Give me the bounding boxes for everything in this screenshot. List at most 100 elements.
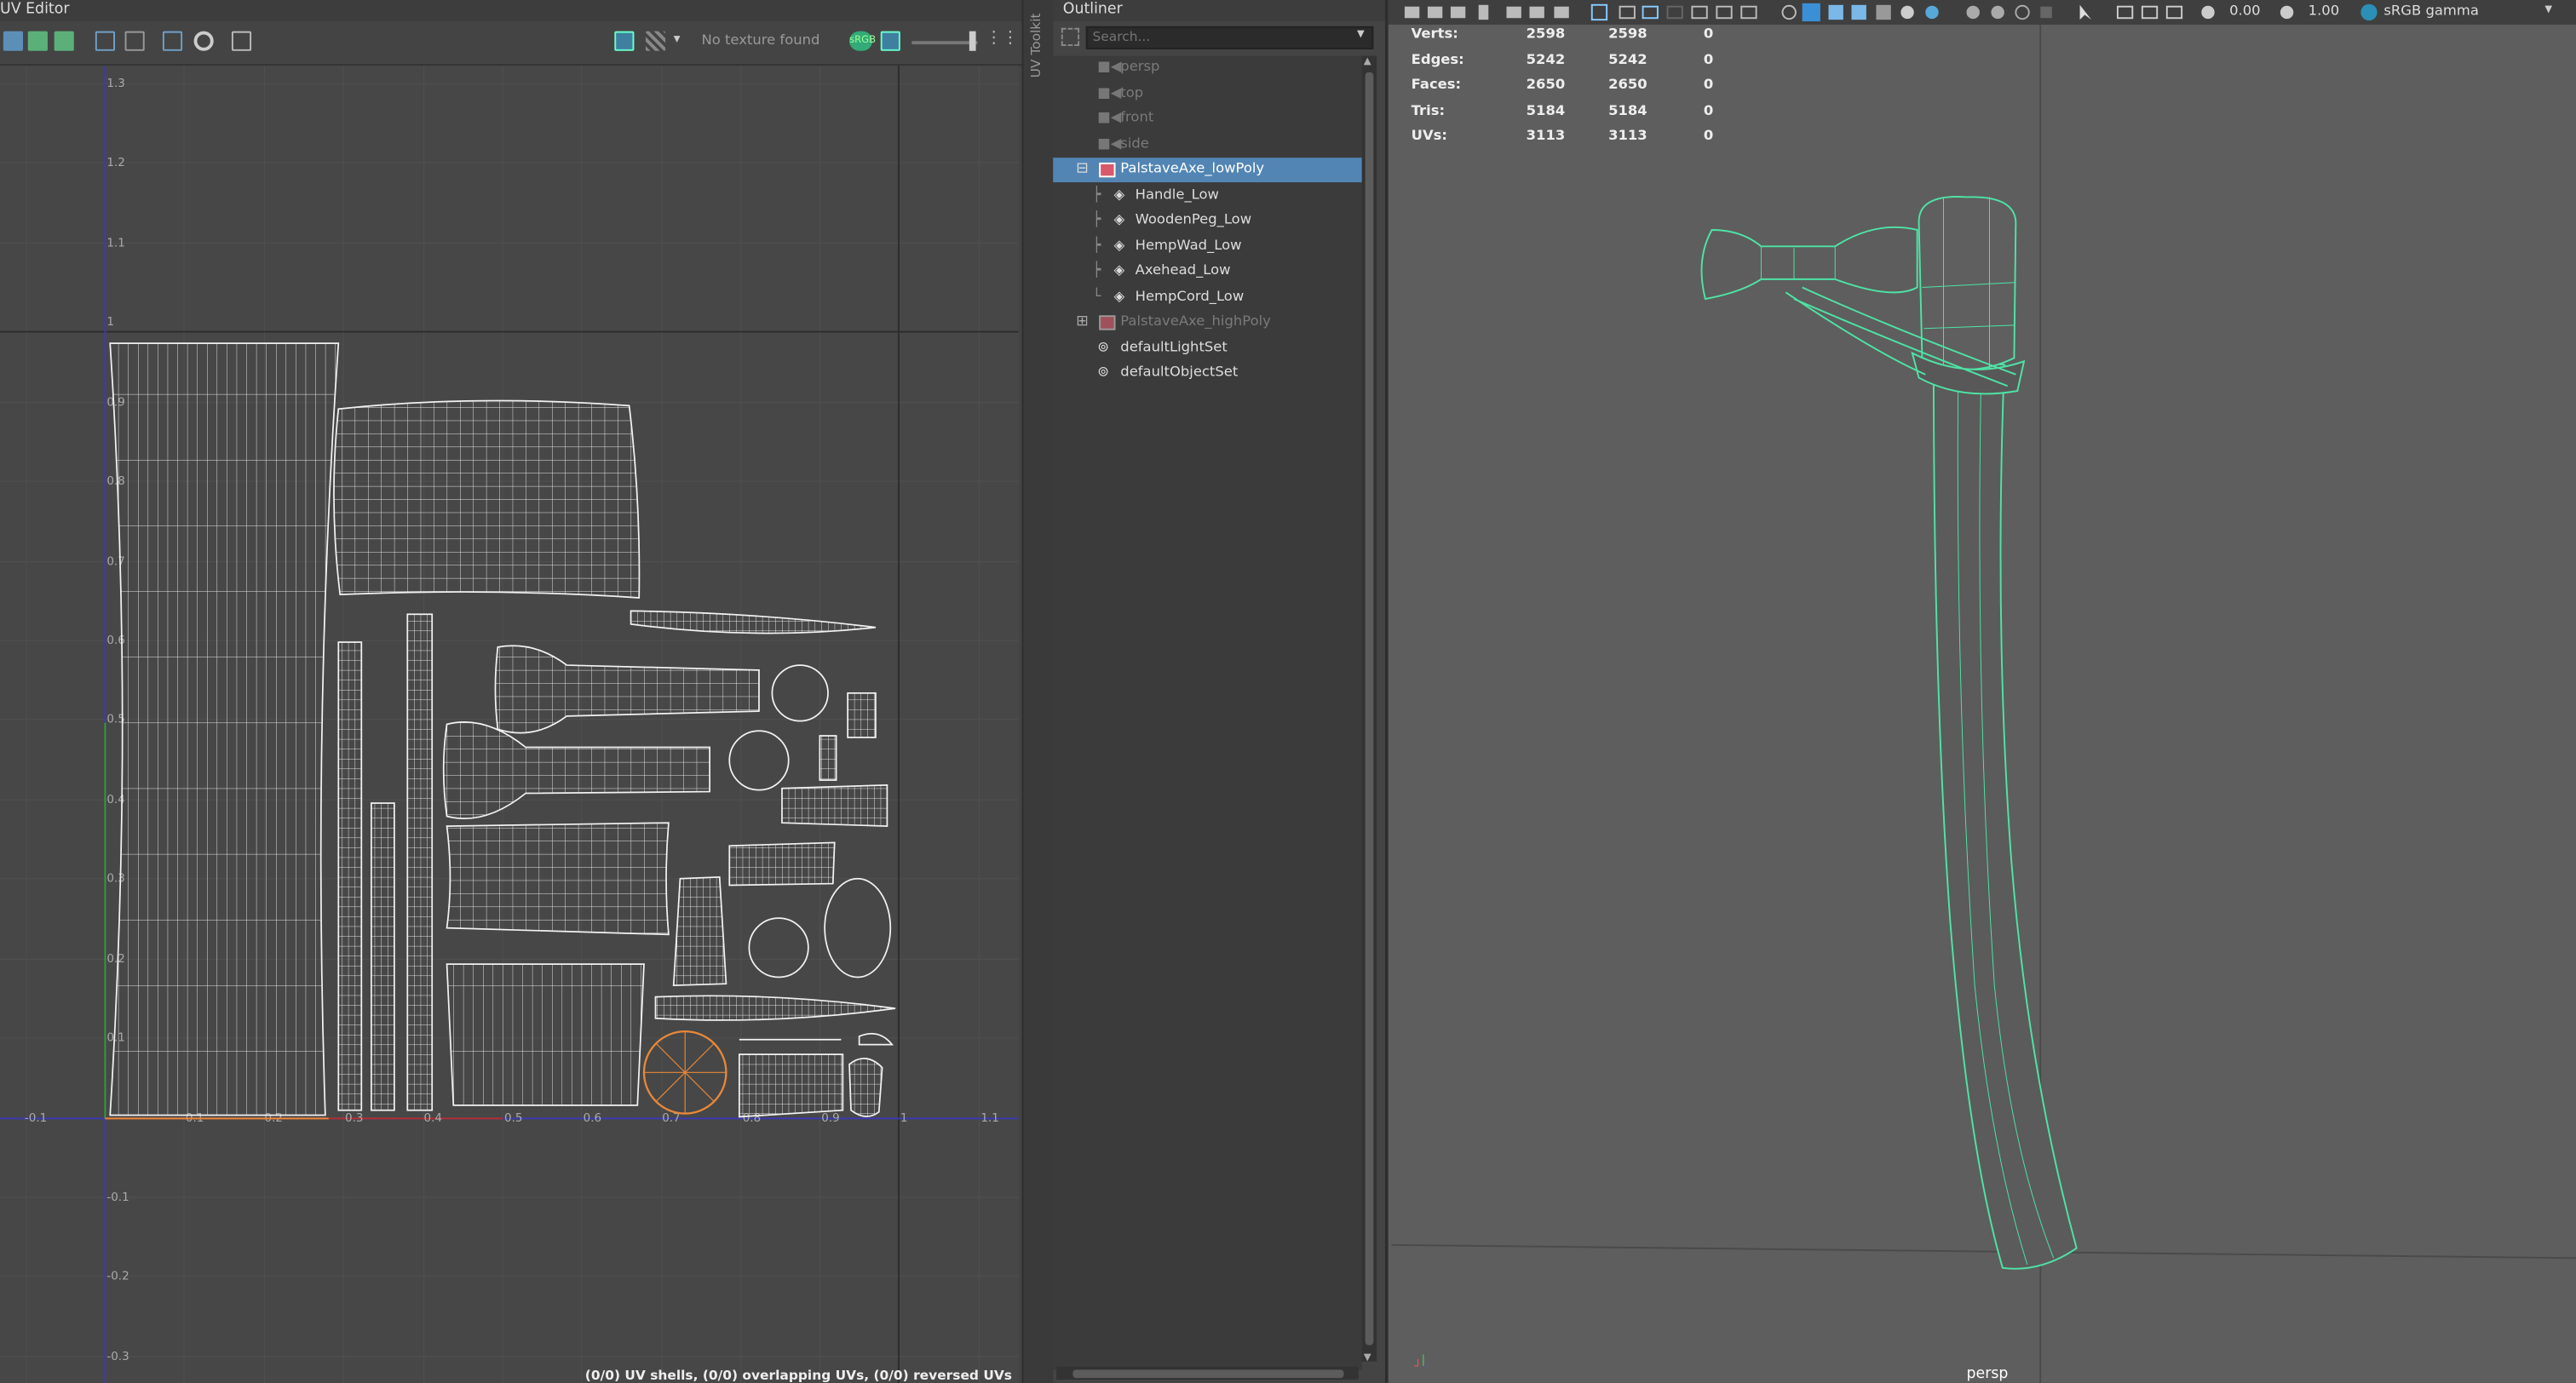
select-icon[interactable] bbox=[2079, 4, 2092, 20]
uv-select-mode-icon[interactable] bbox=[3, 31, 23, 51]
outliner-item-label: Axehead_Low bbox=[1135, 262, 1231, 279]
scroll-up-icon[interactable]: ▲ bbox=[1364, 56, 1371, 67]
gamma-icon[interactable] bbox=[2280, 5, 2294, 20]
wireframe-on-shaded-icon[interactable] bbox=[1828, 4, 1843, 20]
smooth-shade-icon[interactable] bbox=[1802, 3, 1820, 22]
expand-icon[interactable]: ⊞ bbox=[1076, 310, 1089, 335]
motion-blur-icon[interactable] bbox=[1991, 5, 2004, 20]
textured-icon[interactable] bbox=[1876, 4, 1891, 20]
expand-toolbar-icon[interactable]: ⋮⋮ bbox=[986, 30, 1019, 48]
hud-label: Tris: bbox=[1411, 102, 1446, 119]
outliner-item-top[interactable]: ■◀ top bbox=[1053, 81, 1362, 106]
outliner-hscroll-thumb[interactable] bbox=[1072, 1369, 1344, 1379]
hud-row-faces: Faces: 2650 2650 0 bbox=[1412, 74, 1714, 100]
opacity-slider[interactable] bbox=[911, 41, 978, 45]
outliner-item-label: Handle_Low bbox=[1135, 186, 1219, 204]
image-plane-icon[interactable] bbox=[1478, 4, 1489, 20]
perspective-viewport[interactable]: 0.00 1.00 sRGB gamma ▾ Verts: 2598 2598 … bbox=[1384, 0, 2576, 1383]
uv-shell-small bbox=[848, 1058, 883, 1117]
uv-shell-icon[interactable] bbox=[27, 31, 48, 51]
outliner-item-handle-low[interactable]: ┝ ◈ Handle_Low bbox=[1053, 183, 1362, 208]
outliner-item-hempcord-low[interactable]: └ ◈ HempCord_Low bbox=[1053, 285, 1362, 310]
texture-display-icon[interactable] bbox=[614, 31, 635, 51]
outliner-search-input[interactable] bbox=[1085, 26, 1374, 49]
anti-aliasing-icon[interactable] bbox=[2015, 4, 2030, 20]
uv-shell-small bbox=[858, 1032, 894, 1046]
outliner-item-axehead-low[interactable]: ┝ ◈ Axehead_Low bbox=[1053, 260, 1362, 284]
xray-active-icon[interactable] bbox=[2165, 5, 2183, 20]
camera-snapshot-icon[interactable] bbox=[231, 31, 252, 51]
opacity-slider-handle[interactable] bbox=[969, 31, 976, 51]
grid-icon[interactable] bbox=[1590, 3, 1608, 21]
outliner-item-defaultobjectset[interactable]: ⊚ defaultObjectSet bbox=[1053, 361, 1362, 386]
wireframe-icon[interactable] bbox=[1781, 4, 1797, 20]
outliner-item-defaultlightset[interactable]: ⊚ defaultLightSet bbox=[1053, 336, 1362, 360]
search-options-chevron-icon[interactable]: ▾ bbox=[1357, 26, 1365, 43]
uv-canvas[interactable]: 1.3 1.2 1.1 1 0.9 0.8 0.7 0.6 0.5 0.4 0.… bbox=[0, 66, 1019, 1383]
isolate-select-icon[interactable] bbox=[2116, 5, 2134, 20]
uv-shell-wad bbox=[728, 841, 836, 887]
camera-icon: ■◀ bbox=[1097, 59, 1122, 76]
uv-shell-wad bbox=[738, 1053, 844, 1118]
outliner-item-palstaveaxe-lowpoly[interactable]: ⊟ PalstaveAxe_lowPoly bbox=[1053, 158, 1362, 183]
outliner-scrollbar-thumb[interactable] bbox=[1365, 72, 1374, 1346]
bookmark-icon[interactable] bbox=[1450, 6, 1466, 19]
gate-mask-icon[interactable] bbox=[1666, 5, 1683, 20]
shadows-icon[interactable] bbox=[1925, 5, 1939, 20]
tree-branch-icon: ┝ bbox=[1092, 262, 1101, 279]
hud-value: 0 bbox=[1703, 26, 1714, 43]
lights-icon[interactable] bbox=[1900, 5, 1914, 20]
chevron-down-icon[interactable]: ▾ bbox=[2544, 2, 2552, 18]
2d-pan-icon[interactable] bbox=[1506, 6, 1521, 19]
depth-of-field-icon[interactable] bbox=[2040, 6, 2052, 19]
frame-icon[interactable] bbox=[124, 31, 145, 51]
texture-status: No texture found bbox=[701, 32, 820, 49]
uv-stairs-icon[interactable] bbox=[54, 31, 74, 51]
uv-shell-peg bbox=[630, 610, 877, 634]
image-toggle-icon[interactable] bbox=[880, 31, 900, 51]
safe-title-icon[interactable] bbox=[1740, 5, 1757, 20]
y-tick: 1.1 bbox=[106, 236, 124, 250]
resolution-gate-icon[interactable] bbox=[1642, 5, 1659, 20]
outliner-item-hempwad-low[interactable]: ┝ ◈ HempWad_Low bbox=[1053, 234, 1362, 259]
outliner-item-label: WoodenPeg_Low bbox=[1135, 211, 1252, 229]
safe-action-icon[interactable] bbox=[1716, 5, 1733, 20]
outliner-item-persp[interactable]: ■◀ persp bbox=[1053, 56, 1362, 81]
sun-icon[interactable] bbox=[193, 31, 214, 51]
ambient-occlusion-icon[interactable] bbox=[1966, 5, 1980, 20]
grid-icon[interactable] bbox=[95, 31, 115, 51]
gamma-value[interactable]: 1.00 bbox=[2309, 3, 2340, 20]
color-space-select[interactable]: sRGB gamma bbox=[2383, 3, 2479, 20]
xray-icon[interactable] bbox=[1851, 4, 1866, 20]
color-management-icon[interactable] bbox=[2360, 3, 2378, 21]
film-gate-icon[interactable] bbox=[1619, 5, 1636, 20]
camera-attributes-icon[interactable] bbox=[1427, 6, 1443, 19]
exposure-icon[interactable] bbox=[2201, 5, 2215, 20]
grease-pencil-icon[interactable] bbox=[1529, 6, 1544, 19]
outliner-item-palstaveaxe-highpoly[interactable]: ⊞ PalstaveAxe_highPoly bbox=[1053, 310, 1362, 335]
outliner-item-front[interactable]: ■◀ front bbox=[1053, 106, 1362, 131]
checker-icon[interactable] bbox=[645, 31, 666, 51]
srgb-toggle[interactable]: sRGB bbox=[849, 31, 876, 51]
axe-wireframe-model bbox=[1391, 24, 2576, 1383]
hud-value: 2598 bbox=[1608, 26, 1647, 43]
uv-layout-svg: 1.3 1.2 1.1 1 0.9 0.8 0.7 0.6 0.5 0.4 0.… bbox=[0, 66, 1019, 1383]
collapse-icon[interactable]: ⊟ bbox=[1076, 158, 1089, 182]
outliner-item-woodenpeg-low[interactable]: ┝ ◈ WoodenPeg_Low bbox=[1053, 209, 1362, 233]
x-tick: 0.6 bbox=[584, 1111, 601, 1125]
filter-icon[interactable] bbox=[1061, 27, 1080, 46]
uv-toolkit-tab[interactable]: UV Toolkit bbox=[1021, 0, 1055, 1383]
xray-joints-icon[interactable] bbox=[2141, 5, 2159, 20]
exposure-value[interactable]: 0.00 bbox=[2229, 3, 2261, 20]
camera-select-icon[interactable] bbox=[1404, 6, 1420, 19]
grid-snap-icon[interactable] bbox=[162, 31, 183, 51]
pencil-icon[interactable] bbox=[1554, 6, 1569, 19]
outliner-item-side[interactable]: ■◀ side bbox=[1053, 132, 1362, 157]
field-chart-icon[interactable] bbox=[1691, 5, 1708, 20]
uv-shell-wad bbox=[672, 875, 727, 987]
uv-shell-strip bbox=[406, 613, 434, 1111]
mesh-icon: ◈ bbox=[1113, 262, 1125, 279]
chevron-down-icon[interactable]: ▾ bbox=[674, 32, 681, 46]
scroll-down-icon[interactable]: ▼ bbox=[1364, 1351, 1371, 1363]
outliner-item-label: defaultLightSet bbox=[1120, 339, 1228, 356]
